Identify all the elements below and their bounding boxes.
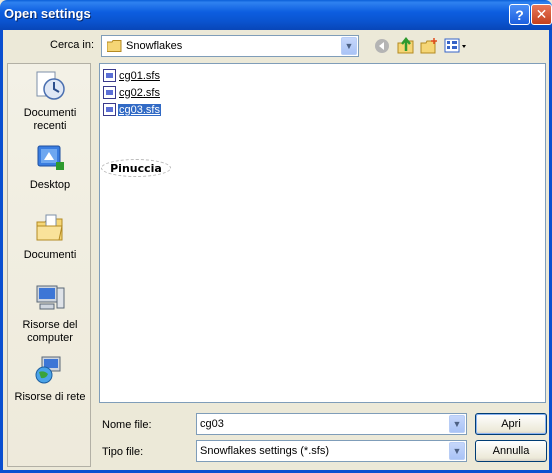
file-item-selected[interactable]: cg03.sfs <box>103 102 161 117</box>
up-folder-icon[interactable] <box>396 36 416 56</box>
file-item[interactable]: cg01.sfs <box>103 68 161 83</box>
file-name: cg02.sfs <box>119 86 160 99</box>
lookin-combobox[interactable]: Snowflakes ▼ <box>101 35 359 57</box>
file-icon <box>103 86 116 99</box>
place-label: Documenti <box>23 249 77 261</box>
close-button[interactable]: ✕ <box>531 4 552 25</box>
title-bar[interactable]: Open settings ? ✕ <box>0 0 552 30</box>
file-icon <box>103 103 116 116</box>
file-name: cg01.sfs <box>119 69 160 82</box>
folder-icon <box>107 40 122 52</box>
place-label: Risorse di rete <box>14 391 86 403</box>
filetype-value: Snowflakes settings (*.sfs) <box>200 445 329 457</box>
my-computer-icon <box>36 285 65 310</box>
place-label: Risorse del computer <box>22 319 78 344</box>
help-button[interactable]: ? <box>509 4 530 25</box>
documents-folder-icon <box>36 214 63 241</box>
cancel-button[interactable]: Annulla <box>475 440 547 462</box>
open-button[interactable]: Apri <box>475 413 547 435</box>
back-icon[interactable] <box>372 36 392 56</box>
recent-documents-icon <box>36 71 65 100</box>
new-folder-icon[interactable] <box>419 36 439 56</box>
file-item[interactable]: cg02.sfs <box>103 85 161 100</box>
window-title: Open settings <box>4 6 91 21</box>
filename-value: cg03 <box>200 418 224 430</box>
filename-label: Nome file: <box>102 419 152 431</box>
chevron-down-icon[interactable]: ▼ <box>449 442 465 460</box>
file-icon <box>103 69 116 82</box>
place-label: Desktop <box>29 179 71 191</box>
desktop-icon <box>37 145 64 170</box>
lookin-value: Snowflakes <box>126 40 183 52</box>
lookin-label: Cerca in: <box>50 39 95 51</box>
network-icon <box>35 356 61 384</box>
filename-input[interactable]: cg03 ▼ <box>196 413 467 435</box>
filetype-select[interactable]: Snowflakes settings (*.sfs) ▼ <box>196 440 467 462</box>
chevron-down-icon[interactable]: ▼ <box>341 37 357 55</box>
window-frame-left <box>0 30 3 473</box>
file-list[interactable]: cg01.sfs cg02.sfs cg03.sfs Pinuccia <box>99 63 546 403</box>
places-bar: Documenti recenti Desktop Documenti Riso… <box>7 63 91 467</box>
place-label: Documenti recenti <box>23 107 77 132</box>
filetype-label: Tipo file: <box>102 446 144 458</box>
chevron-down-icon[interactable]: ▼ <box>449 415 465 433</box>
view-menu-icon[interactable] <box>443 36 469 56</box>
watermark: Pinuccia <box>101 159 171 177</box>
file-name: cg03.sfs <box>118 103 161 116</box>
